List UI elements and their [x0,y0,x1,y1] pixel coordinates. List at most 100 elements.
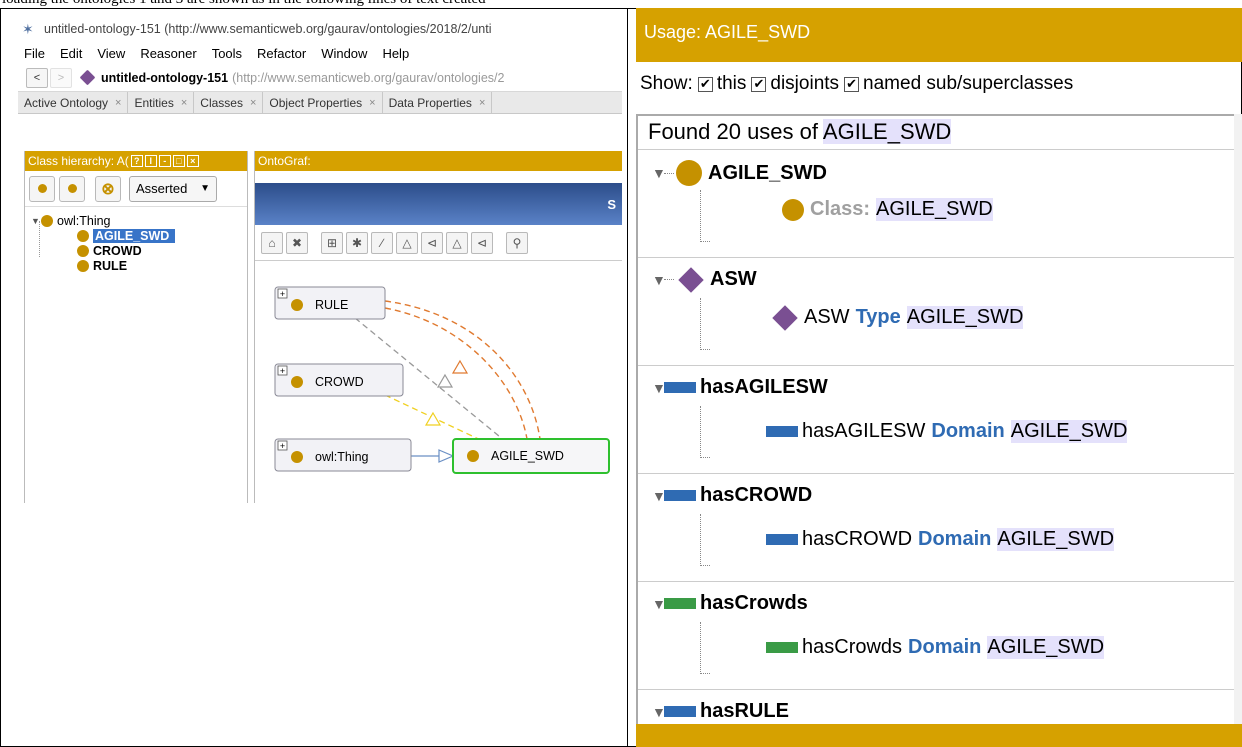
tree-node-rule[interactable]: RULE [31,258,247,273]
class-tree: ▼ owl:Thing AGILE_SWD CROWD RULE [25,207,247,273]
search-button[interactable]: ⚲ [506,231,528,254]
vertical-directed-icon: △ [452,235,462,250]
edge-arrow-icon [438,449,455,463]
checkbox-named-sub-superclasses[interactable]: ✔ [844,76,860,92]
horiz-dir-button[interactable]: ⊲ [471,231,493,254]
spring-layout-button[interactable]: ∕ [371,231,393,254]
checkbox-this[interactable]: ✔ [697,76,713,92]
tab-close-icon[interactable]: × [115,97,121,109]
axiom-object[interactable]: AGILE_SWD [876,198,993,221]
found-prefix: Found 20 uses of [648,119,819,144]
axiom-keyword: Type [855,306,901,328]
close-icon[interactable]: × [186,155,199,167]
minimize-icon[interactable]: - [158,155,171,167]
protege-window: ✶ untitled-ontology-151 (http://www.sema… [18,16,622,503]
usage-axiom[interactable]: ASW Type AGILE_SWD [770,304,1024,331]
axiom-keyword: Domain [918,528,992,550]
collapse-toggle-icon[interactable]: ▼ [652,380,666,396]
collapse-toggle-icon[interactable]: ▼ [652,165,666,181]
top-caption: loading the ontologies 1 and 3 are shown… [0,0,1242,8]
ontology-address-bar: < > untitled-ontology-151 (http://www.se… [18,64,622,92]
collapse-toggle-icon[interactable]: ▼ [652,488,666,504]
ontograf-banner-text: S [607,197,616,212]
found-entity[interactable]: AGILE_SWD [822,119,952,144]
usage-axiom[interactable]: hasCROWD Domain AGILE_SWD [766,528,1115,551]
tab-classes[interactable]: Classes × [194,92,264,113]
usage-scrollbar[interactable] [1234,114,1242,724]
tree-connector [664,279,674,280]
delete-icon: ⊗ [101,180,115,198]
usage-group-header[interactable]: ▼ hasAGILESW [652,376,828,399]
back-button[interactable]: < [26,67,48,88]
tree-node-agile-swd[interactable]: AGILE_SWD [31,228,247,243]
menu-window[interactable]: Window [321,46,367,61]
usage-group-header[interactable]: ▼ hasCROWD [652,484,812,507]
usage-group-header[interactable]: ▼ hasCrowds [652,592,808,615]
radial-layout-button[interactable]: ✱ [346,231,368,254]
collapse-toggle-icon[interactable]: ▼ [652,596,666,612]
pin-icon[interactable]: I [144,155,157,167]
tab-close-icon[interactable]: × [181,97,187,109]
menu-file[interactable]: File [24,46,45,61]
tab-active-ontology[interactable]: Active Ontology × [18,92,129,113]
add-subclass-icon [37,184,47,193]
axiom-object[interactable]: AGILE_SWD [997,528,1115,551]
forward-button[interactable]: > [50,67,72,88]
class-icon [291,299,303,311]
usage-group-title: ASW [710,268,757,290]
collapse-toggle-icon[interactable]: ▼ [652,704,666,720]
tab-entities[interactable]: Entities × [128,92,195,113]
checkbox-this-label: this [716,73,747,94]
graph-node-owl-thing[interactable]: + owl:Thing [274,438,412,472]
tab-close-icon[interactable]: × [250,97,256,109]
tab-close-icon[interactable]: × [479,97,485,109]
collapse-toggle-icon[interactable]: ▼ [652,272,666,288]
checkbox-disjoints[interactable]: ✔ [751,76,767,92]
help-icon[interactable]: ? [130,155,143,167]
menu-reasoner[interactable]: Reasoner [140,46,196,61]
axiom-object[interactable]: AGILE_SWD [1010,420,1128,443]
home-button[interactable]: ⌂ [261,231,283,254]
radial-layout-icon: ✱ [351,235,363,250]
ontology-name[interactable]: untitled-ontology-151 [101,71,228,85]
delete-class-button[interactable]: ⊗ [95,175,121,202]
menu-help[interactable]: Help [382,46,409,61]
tree-layout-button[interactable]: △ [396,231,418,254]
menu-edit[interactable]: Edit [60,46,82,61]
tab-data-properties[interactable]: Data Properties × [383,92,493,113]
maximize-icon[interactable]: □ [172,155,185,167]
graph-node-agile-swd[interactable]: AGILE_SWD [452,438,610,474]
axiom-object[interactable]: AGILE_SWD [906,306,1024,329]
usage-group-header[interactable]: ▼ ASW [652,266,757,293]
tree-node-owl-thing[interactable]: ▼ owl:Thing [31,213,247,228]
class-icon [291,376,303,388]
axiom-object[interactable]: AGILE_SWD [987,636,1105,659]
menu-bar: File Edit View Reasoner Tools Refactor W… [18,42,622,64]
graph-node-crowd[interactable]: + CROWD [274,363,404,397]
object-property-icon [664,706,696,717]
hierarchy-mode-dropdown[interactable]: Asserted ▼ [129,175,217,202]
tree-node-crowd[interactable]: CROWD [31,243,247,258]
usage-group-header[interactable]: ▼ hasRULE [652,700,789,723]
usage-axiom[interactable]: hasAGILESW Domain AGILE_SWD [766,420,1128,443]
usage-group-hasagilesw: ▼ hasAGILESW hasAGILESW Domain AGILE_SWD [638,366,1242,474]
add-sibling-button[interactable] [59,175,85,202]
menu-tools[interactable]: Tools [212,46,242,61]
object-property-icon [766,534,798,545]
tree-horizontal-button[interactable]: ⊲ [421,231,443,254]
vert-dir-button[interactable]: △ [446,231,468,254]
menu-refactor[interactable]: Refactor [257,46,306,61]
usage-axiom[interactable]: hasCrowds Domain AGILE_SWD [766,636,1105,659]
graph-node-rule[interactable]: + RULE [274,286,386,320]
protege-app-icon: ✶ [22,21,34,37]
usage-axiom[interactable]: Class: AGILE_SWD [782,198,993,221]
grid-layout-button[interactable]: ⊞ [321,231,343,254]
tab-close-icon[interactable]: × [369,97,375,109]
grid-layout-icon: ⊞ [326,235,338,250]
add-subclass-button[interactable] [29,175,55,202]
usage-group-header[interactable]: ▼ AGILE_SWD [652,160,827,186]
object-property-icon [664,490,696,501]
tab-object-properties[interactable]: Object Properties × [263,92,383,113]
menu-view[interactable]: View [97,46,125,61]
no-arcs-button[interactable]: ✖ [286,231,308,254]
